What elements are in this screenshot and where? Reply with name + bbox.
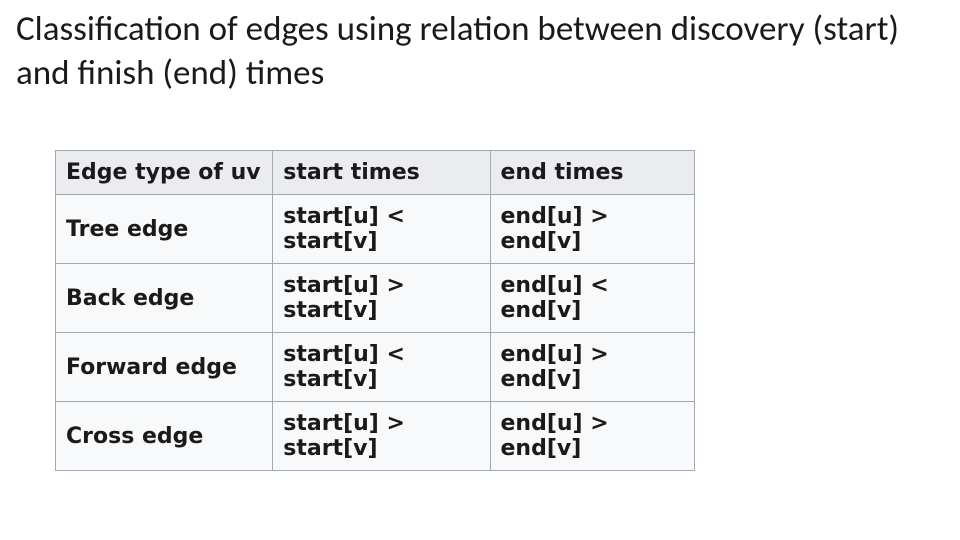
edge-classification-table: Edge type of uv start times end times Tr… (55, 150, 695, 471)
edge-classification-table-wrap: Edge type of uv start times end times Tr… (55, 150, 695, 471)
cell-edge-type: Forward edge (56, 333, 273, 402)
cell-edge-type: Back edge (56, 264, 273, 333)
col-header-edge-type: Edge type of uv (56, 151, 273, 195)
cell-end-times: end[u] > end[v] (490, 333, 695, 402)
cell-edge-type: Tree edge (56, 195, 273, 264)
col-header-start-times: start times (273, 151, 490, 195)
table-row: Back edge start[u] > start[v] end[u] < e… (56, 264, 695, 333)
cell-start-times: start[u] < start[v] (273, 333, 490, 402)
cell-end-times: end[u] > end[v] (490, 402, 695, 471)
slide: Classification of edges using relation b… (0, 0, 960, 540)
cell-start-times: start[u] < start[v] (273, 195, 490, 264)
table-header-row: Edge type of uv start times end times (56, 151, 695, 195)
table-row: Forward edge start[u] < start[v] end[u] … (56, 333, 695, 402)
cell-start-times: start[u] > start[v] (273, 264, 490, 333)
cell-edge-type: Cross edge (56, 402, 273, 471)
cell-end-times: end[u] < end[v] (490, 264, 695, 333)
cell-start-times: start[u] > start[v] (273, 402, 490, 471)
cell-end-times: end[u] > end[v] (490, 195, 695, 264)
page-title: Classification of edges using relation b… (16, 8, 944, 96)
table-row: Tree edge start[u] < start[v] end[u] > e… (56, 195, 695, 264)
table-row: Cross edge start[u] > start[v] end[u] > … (56, 402, 695, 471)
col-header-end-times: end times (490, 151, 695, 195)
